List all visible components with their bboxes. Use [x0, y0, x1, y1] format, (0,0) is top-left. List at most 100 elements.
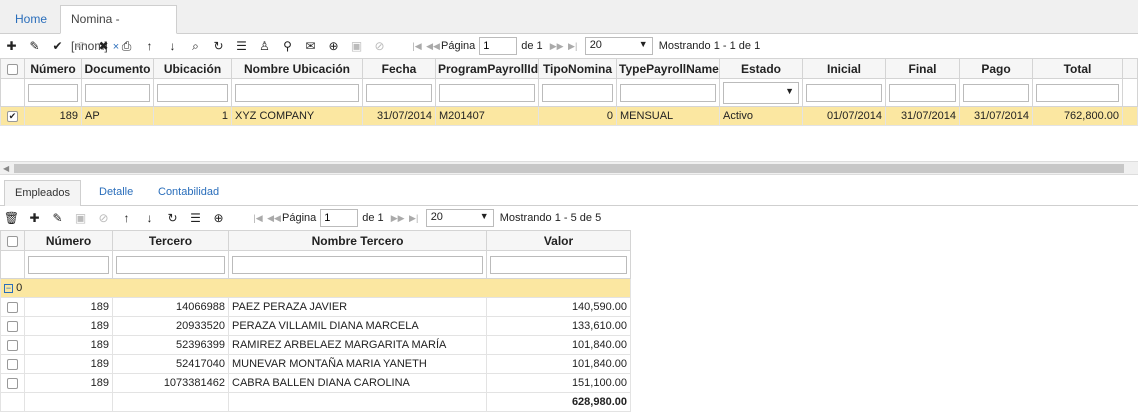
cancel-icon[interactable]: ⊘ [368, 34, 391, 58]
pin-icon[interactable]: ⚲ [276, 34, 299, 58]
row-checkbox[interactable] [0, 335, 25, 355]
next-page-icon[interactable]: ▶▶ [549, 41, 565, 52]
page-input[interactable] [479, 37, 518, 55]
table-row[interactable]: 189 52396399 RAMIREZ ARBELAEZ MARGARITA … [0, 335, 631, 355]
col-inicial[interactable]: Inicial [802, 58, 886, 79]
total-spacer [228, 392, 487, 412]
page-size-select[interactable]: 20 ▼ [584, 37, 653, 55]
filter-type-payroll-name[interactable] [620, 83, 716, 102]
scroll-left-icon[interactable]: ◀ [3, 162, 9, 175]
page-size-select[interactable]: 20 ▼ [425, 209, 494, 227]
last-page-icon[interactable]: ▶| [406, 213, 422, 224]
edit-icon[interactable]: ✎ [23, 34, 46, 58]
row-checkbox[interactable]: ✔ [0, 106, 25, 126]
table-row[interactable]: ✔ 189 AP 1 XYZ COMPANY 31/07/2014 M20140… [0, 106, 1138, 126]
col-fecha[interactable]: Fecha [362, 58, 436, 79]
col-documento[interactable]: Documento [81, 58, 154, 79]
filter-nombre-ubicacion[interactable] [235, 83, 359, 102]
refresh-icon[interactable]: ↻ [207, 34, 230, 58]
col-total[interactable]: Total [1032, 58, 1123, 79]
col-tipo-nomina[interactable]: TipoNomina [538, 58, 617, 79]
save-icon[interactable]: ▣ [345, 34, 368, 58]
filter-valor[interactable] [490, 255, 627, 274]
filter-tercero[interactable] [116, 255, 225, 274]
tab-empleados[interactable]: Empleados [4, 180, 82, 206]
arrow-down-icon[interactable]: ↓ [138, 206, 161, 230]
col-estado[interactable]: Estado [719, 58, 803, 79]
prev-page-icon[interactable]: ◀◀ [425, 41, 441, 52]
trash-icon[interactable]: 🗑 [0, 206, 23, 230]
table-row[interactable]: 189 14066988 PAEZ PERAZA JAVIER 140,590.… [0, 297, 631, 317]
filter-pago[interactable] [963, 83, 1029, 102]
filter-numero[interactable] [28, 255, 109, 274]
tab-contabilidad[interactable]: Contabilidad [148, 180, 229, 206]
select-all-checkbox[interactable] [0, 230, 25, 251]
filter-inicial[interactable] [806, 83, 882, 102]
table-row[interactable]: 189 1073381462 CABRA BALLEN DIANA CAROLI… [0, 373, 631, 393]
edit-icon[interactable]: ✎ [46, 206, 69, 230]
add-circle-icon[interactable]: ⊕ [322, 34, 345, 58]
tab-detalle[interactable]: Detalle [89, 180, 143, 206]
save-icon[interactable]: ▣ [69, 206, 92, 230]
first-page-icon[interactable]: |◀ [250, 213, 266, 224]
col-ubicacion[interactable]: Ubicación [153, 58, 232, 79]
col-pago[interactable]: Pago [959, 58, 1033, 79]
table-row[interactable]: 189 20933520 PERAZA VILLAMIL DIANA MARCE… [0, 316, 631, 336]
col-valor[interactable]: Valor [486, 230, 631, 251]
filter-total[interactable] [1036, 83, 1119, 102]
page-input[interactable] [320, 209, 359, 227]
row-checkbox[interactable] [0, 373, 25, 393]
filter-program-payroll-id[interactable] [439, 83, 535, 102]
col-final[interactable]: Final [885, 58, 960, 79]
cancel-icon[interactable]: ⊘ [92, 206, 115, 230]
filter-spacer [0, 250, 25, 279]
col-nombre-tercero[interactable]: Nombre Tercero [228, 230, 487, 251]
select-all-checkbox[interactable] [0, 58, 25, 79]
filter-nombre-tercero[interactable] [232, 255, 483, 274]
plus-icon[interactable]: ✚ [23, 206, 46, 230]
col-nombre-ubicacion[interactable]: Nombre Ubicación [231, 58, 363, 79]
tab-home[interactable]: Home [4, 5, 56, 34]
horizontal-scrollbar[interactable]: ◀ [0, 161, 1138, 175]
filter-fecha[interactable] [366, 83, 432, 102]
filter-ubicacion[interactable] [157, 83, 228, 102]
search-icon[interactable]: ⌕ [184, 34, 207, 58]
prev-page-icon[interactable]: ◀◀ [266, 213, 282, 224]
next-page-icon[interactable]: ▶▶ [390, 213, 406, 224]
scrollbar-thumb[interactable] [14, 164, 1124, 173]
col-type-payroll-name[interactable]: TypePayrollName [616, 58, 720, 79]
comment-icon[interactable]: ☰ [230, 34, 253, 58]
arrow-up-icon[interactable]: ↑ [115, 206, 138, 230]
top-tab-bar: Home Nomina -[nnom] × [0, 0, 1138, 53]
row-checkbox[interactable] [0, 316, 25, 336]
print-icon[interactable]: ⎙ [115, 34, 138, 58]
filter-final[interactable] [889, 83, 956, 102]
col-numero[interactable]: Número [24, 230, 113, 251]
user-icon[interactable]: ♙ [253, 34, 276, 58]
col-tercero[interactable]: Tercero [112, 230, 229, 251]
collapse-icon[interactable]: − [4, 284, 13, 293]
comment-icon[interactable]: ☰ [184, 206, 207, 230]
undo-icon[interactable]: ↶ [69, 34, 92, 58]
filter-tipo-nomina[interactable] [542, 83, 613, 102]
filter-documento[interactable] [85, 83, 150, 102]
tab-nomina[interactable]: Nomina -[nnom] × [60, 5, 177, 53]
plus-icon[interactable]: ✚ [0, 34, 23, 58]
arrow-up-icon[interactable]: ↑ [138, 34, 161, 58]
first-page-icon[interactable]: |◀ [409, 41, 425, 52]
row-checkbox[interactable] [0, 354, 25, 374]
col-numero[interactable]: Número [24, 58, 82, 79]
check-icon[interactable]: ✔ [46, 34, 69, 58]
delete-icon[interactable]: ✖ [92, 34, 115, 58]
filter-estado-select[interactable]: ▼ [723, 81, 799, 104]
mail-icon[interactable]: ✉ [299, 34, 322, 58]
table-row[interactable]: 189 52417040 MUNEVAR MONTAÑA MARIA YANET… [0, 354, 631, 374]
add-circle-icon[interactable]: ⊕ [207, 206, 230, 230]
arrow-down-icon[interactable]: ↓ [161, 34, 184, 58]
group-row[interactable]: − 0 [0, 278, 631, 298]
last-page-icon[interactable]: ▶| [565, 41, 581, 52]
col-program-payroll-id[interactable]: ProgramPayrollId [435, 58, 539, 79]
filter-numero[interactable] [28, 83, 78, 102]
refresh-icon[interactable]: ↻ [161, 206, 184, 230]
row-checkbox[interactable] [0, 297, 25, 317]
